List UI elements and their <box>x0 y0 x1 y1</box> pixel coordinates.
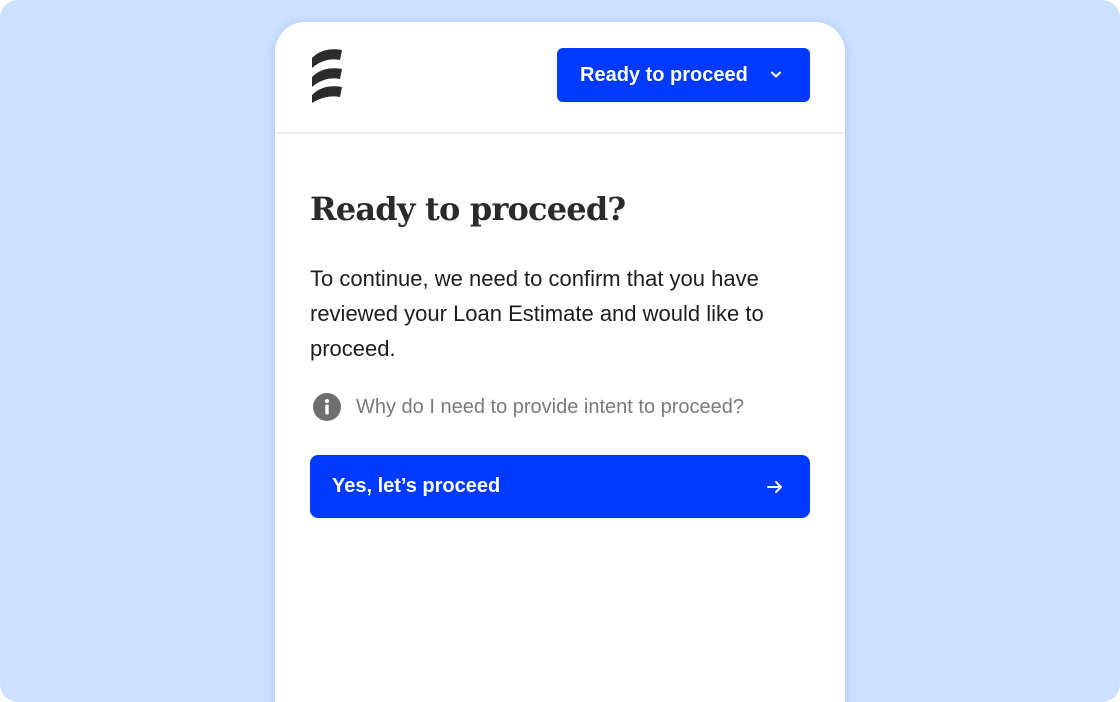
mobile-screen: Ready to proceed Ready to proceed? To co… <box>275 22 845 702</box>
yes-proceed-button[interactable]: Yes, let’s proceed <box>310 455 810 518</box>
info-link-label: Why do I need to provide intent to proce… <box>356 395 745 418</box>
chevron-down-icon <box>771 71 781 78</box>
proceed-button-label: Yes, let’s proceed <box>332 475 501 497</box>
page-background: Ready to proceed Ready to proceed? To co… <box>0 0 1120 702</box>
ready-to-proceed-dropdown[interactable]: Ready to proceed <box>557 48 810 102</box>
app-header: Ready to proceed <box>275 22 845 134</box>
page-title: Ready to proceed? <box>310 190 626 228</box>
info-icon <box>313 393 341 421</box>
status-button-label: Ready to proceed <box>580 63 748 86</box>
description-text: To continue, we need to confirm that you… <box>310 266 764 361</box>
main-content: Ready to proceed? To continue, we need t… <box>310 187 810 424</box>
why-intent-link[interactable]: Why do I need to provide intent to proce… <box>310 390 810 424</box>
logo-icon <box>312 49 342 103</box>
arrow-right-icon <box>767 481 782 493</box>
